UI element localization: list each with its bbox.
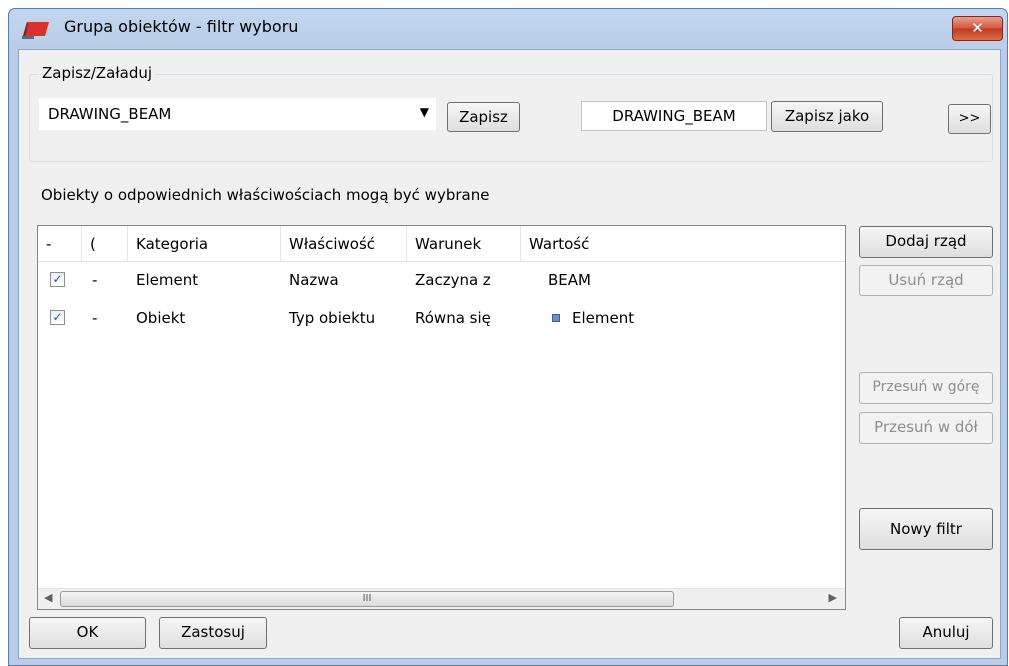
table-header: - ( Kategoria Właściwość Warunek Wartość [38, 226, 845, 262]
row-value-cell[interactable]: Element [552, 309, 634, 327]
header-condition[interactable]: Warunek [407, 226, 521, 262]
new-filter-button[interactable]: Nowy filtr [859, 508, 993, 550]
cancel-button[interactable]: Anuluj [899, 617, 993, 649]
save-button[interactable]: Zapisz [447, 102, 520, 132]
row-dash: - [92, 309, 98, 327]
scroll-right-icon[interactable]: ▶ [829, 591, 837, 604]
row-value: Element [572, 309, 635, 327]
apply-button[interactable]: Zastosuj [159, 617, 267, 649]
table-row[interactable]: ✓ - Element Nazwa Zaczyna z BEAM [38, 265, 845, 299]
row-property[interactable]: Nazwa [289, 271, 339, 289]
row-dash: - [92, 271, 98, 289]
dialog-window: Grupa obiektów - filtr wyboru ✕ Zapisz/Z… [8, 8, 1008, 666]
row-checkbox[interactable]: ✓ [50, 272, 65, 287]
filter-rows-table[interactable]: - ( Kategoria Właściwość Warunek Wartość… [37, 225, 846, 610]
row-checkbox[interactable]: ✓ [50, 310, 65, 325]
table-row[interactable]: ✓ - Obiekt Typ obiektu Równa się Element [38, 303, 845, 337]
save-load-group-label: Zapisz/Załaduj [39, 64, 156, 82]
header-category[interactable]: Kategoria [128, 226, 281, 262]
scroll-thumb[interactable]: III [60, 591, 674, 607]
row-condition[interactable]: Zaczyna z [415, 271, 491, 289]
scroll-left-icon[interactable]: ◀ [44, 591, 52, 604]
remove-row-button[interactable]: Usuń rząd [859, 265, 993, 296]
move-up-button[interactable]: Przesuń w górę [859, 372, 993, 404]
row-value[interactable]: BEAM [548, 271, 591, 289]
header-paren[interactable]: ( [82, 226, 128, 262]
row-category[interactable]: Element [136, 271, 198, 289]
header-value[interactable]: Wartość [521, 226, 845, 262]
chevron-down-icon[interactable]: ▼ [420, 105, 429, 119]
row-category[interactable]: Obiekt [136, 309, 185, 327]
ok-button[interactable]: OK [29, 617, 146, 649]
save-as-button[interactable]: Zapisz jako [771, 101, 883, 132]
object-type-icon [552, 314, 560, 322]
header-property[interactable]: Właściwość [281, 226, 407, 262]
header-dash[interactable]: - [38, 226, 82, 262]
row-property[interactable]: Typ obiektu [289, 309, 375, 327]
expand-button[interactable]: >> [948, 104, 991, 134]
window-title: Grupa obiektów - filtr wyboru [64, 17, 299, 36]
app-icon [22, 22, 49, 39]
filter-select[interactable]: DRAWING_BEAM ▼ [39, 98, 436, 130]
row-condition[interactable]: Równa się [415, 309, 491, 327]
info-text: Obiekty o odpowiednich właściwościach mo… [41, 186, 490, 204]
horizontal-scrollbar[interactable]: ◀ III ▶ [38, 588, 845, 609]
filter-select-value: DRAWING_BEAM [48, 105, 172, 123]
save-as-name-input[interactable]: DRAWING_BEAM [581, 101, 767, 131]
title-bar[interactable]: Grupa obiektów - filtr wyboru ✕ [9, 9, 1007, 49]
dialog-client-area: Zapisz/Załaduj DRAWING_BEAM ▼ Zapisz DRA… [18, 49, 1001, 659]
move-down-button[interactable]: Przesuń w dół [859, 412, 993, 444]
add-row-button[interactable]: Dodaj rząd [859, 226, 993, 258]
close-button[interactable]: ✕ [952, 16, 1003, 41]
